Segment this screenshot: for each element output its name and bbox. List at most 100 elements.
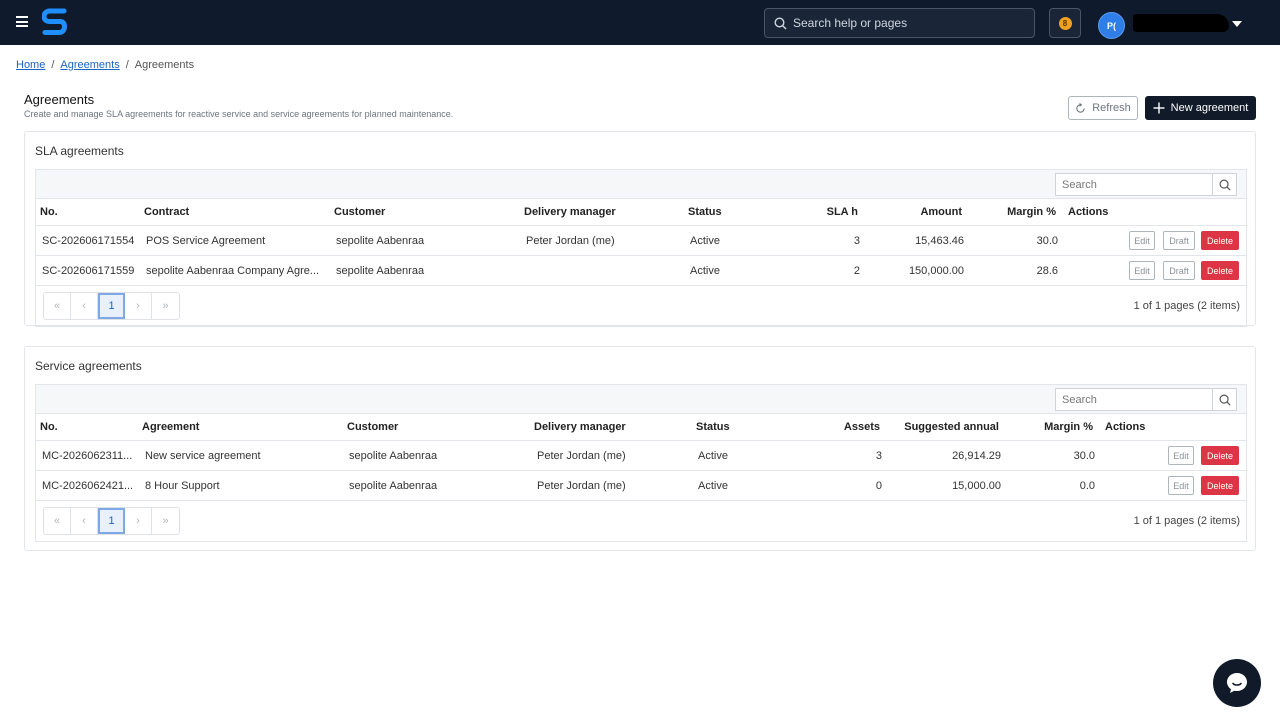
cell-no: SC-202606171554 [42,234,135,247]
cell-amount: 15,463.46 [915,234,964,247]
service-grid: No. Agreement Customer Delivery manager … [35,384,1247,542]
prev-page-button[interactable]: ‹ [71,293,98,319]
edit-button[interactable]: Edit [1168,446,1194,465]
sla-search-input[interactable] [1056,174,1212,195]
cell-sla-h: 2 [853,264,860,277]
col-contract[interactable]: Contract [144,206,189,218]
table-row[interactable]: SC-202606171559 sepolite Aabenraa Compan… [36,256,1246,286]
service-search-input[interactable] [1056,389,1212,410]
cell-customer: sepolite Aabenraa [336,234,425,247]
col-sla-h[interactable]: SLA h [827,206,858,218]
global-search-input[interactable] [793,16,1013,30]
col-actions: Actions [1105,421,1146,433]
prev-page-button[interactable]: ‹ [71,508,98,534]
cell-contract: sepolite Aabenraa Company Agre... [146,264,320,277]
col-no[interactable]: No. [40,206,58,218]
service-header-row: No. Agreement Customer Delivery manager … [36,414,1246,441]
delete-button[interactable]: Delete [1201,261,1239,280]
global-search[interactable] [764,8,1035,38]
cell-customer: sepolite Aabenraa [349,479,438,492]
sla-pager-area: « ‹ 1 › » 1 of 1 pages (2 items) [36,286,1246,326]
cell-agreement: New service agreement [145,449,261,462]
sla-pager-info: 1 of 1 pages (2 items) [1133,300,1240,312]
new-agreement-label: New agreement [1170,102,1249,114]
service-pagination: « ‹ 1 › » [43,507,180,535]
notifications-button[interactable]: 8 [1049,8,1081,38]
col-assets[interactable]: Assets [844,421,880,433]
edit-button[interactable]: Edit [1168,476,1194,495]
col-agreement[interactable]: Agreement [142,421,199,433]
col-suggested-annual[interactable]: Suggested annual [904,421,999,433]
cell-no: MC-2026062311... [42,449,133,462]
first-page-button[interactable]: « [44,293,71,319]
refresh-icon [1076,102,1085,113]
edit-button[interactable]: Edit [1129,231,1155,250]
cell-sla-h: 3 [853,234,860,247]
first-page-button[interactable]: « [44,508,71,534]
sla-grid: No. Contract Customer Delivery manager S… [35,169,1247,327]
col-no[interactable]: No. [40,421,58,433]
service-search-button[interactable] [1212,389,1236,410]
col-customer[interactable]: Customer [334,206,385,218]
col-customer[interactable]: Customer [347,421,398,433]
page-1-button[interactable]: 1 [98,508,125,534]
edit-button[interactable]: Edit [1129,261,1155,280]
page-title: Agreements [24,92,95,107]
sla-search-button[interactable] [1212,174,1236,195]
sla-header-row: No. Contract Customer Delivery manager S… [36,199,1246,226]
draft-button[interactable]: Draft [1163,261,1195,280]
draft-button[interactable]: Draft [1163,231,1195,250]
cell-status: Active [690,264,720,277]
col-margin[interactable]: Margin % [1007,206,1056,218]
breadcrumb-home[interactable]: Home [16,59,45,71]
breadcrumb-current: Agreements [134,59,195,71]
refresh-label: Refresh [1092,102,1131,114]
page-1-button[interactable]: 1 [98,293,125,319]
cell-margin: 30.0 [1036,234,1058,247]
chat-widget-button[interactable] [1213,659,1261,707]
col-amount[interactable]: Amount [920,206,962,218]
hamburger-menu-icon[interactable] [16,16,28,27]
cell-status: Active [698,479,728,492]
plus-icon [1153,102,1165,114]
sla-pagination: « ‹ 1 › » [43,292,180,320]
sla-search [1055,173,1237,196]
table-row[interactable]: MC-2026062311... New service agreement s… [36,441,1246,471]
refresh-button[interactable]: Refresh [1068,96,1138,120]
cell-margin: 30.0 [1073,449,1095,462]
cell-annual: 15,000.00 [952,479,1001,492]
service-card-title: Service agreements [35,359,142,373]
last-page-button[interactable]: » [152,508,179,534]
breadcrumb-agreements[interactable]: Agreements [60,59,119,71]
search-icon [1219,394,1231,406]
col-delivery-manager[interactable]: Delivery manager [524,206,616,218]
col-delivery-manager[interactable]: Delivery manager [534,421,626,433]
table-row[interactable]: MC-2026062421... 8 Hour Support sepolite… [36,471,1246,501]
caret-down-icon[interactable] [1232,21,1242,27]
last-page-button[interactable]: » [152,293,179,319]
col-margin[interactable]: Margin % [1044,421,1093,433]
table-row[interactable]: SC-202606171554 POS Service Agreement se… [36,226,1246,256]
cell-no: SC-202606171559 [42,264,135,277]
cell-status: Active [690,234,720,247]
service-grid-toolbar [36,385,1246,414]
sla-card-title: SLA agreements [35,144,124,158]
cell-agreement: 8 Hour Support [145,479,220,492]
delete-button[interactable]: Delete [1201,446,1239,465]
cell-manager: Peter Jordan (me) [526,234,615,247]
user-avatar[interactable]: P( [1098,12,1125,39]
next-page-button[interactable]: › [125,293,152,319]
cell-customer: sepolite Aabenraa [349,449,438,462]
sla-grid-toolbar [36,170,1246,199]
delete-button[interactable]: Delete [1201,476,1239,495]
col-status[interactable]: Status [696,421,730,433]
cell-manager: Peter Jordan (me) [537,479,626,492]
search-icon [774,16,787,29]
new-agreement-button[interactable]: New agreement [1145,96,1256,120]
app-logo[interactable] [42,8,68,36]
next-page-button[interactable]: › [125,508,152,534]
delete-button[interactable]: Delete [1201,231,1239,250]
username-redacted[interactable] [1133,14,1229,32]
col-status[interactable]: Status [688,206,722,218]
cell-assets: 3 [875,449,882,462]
